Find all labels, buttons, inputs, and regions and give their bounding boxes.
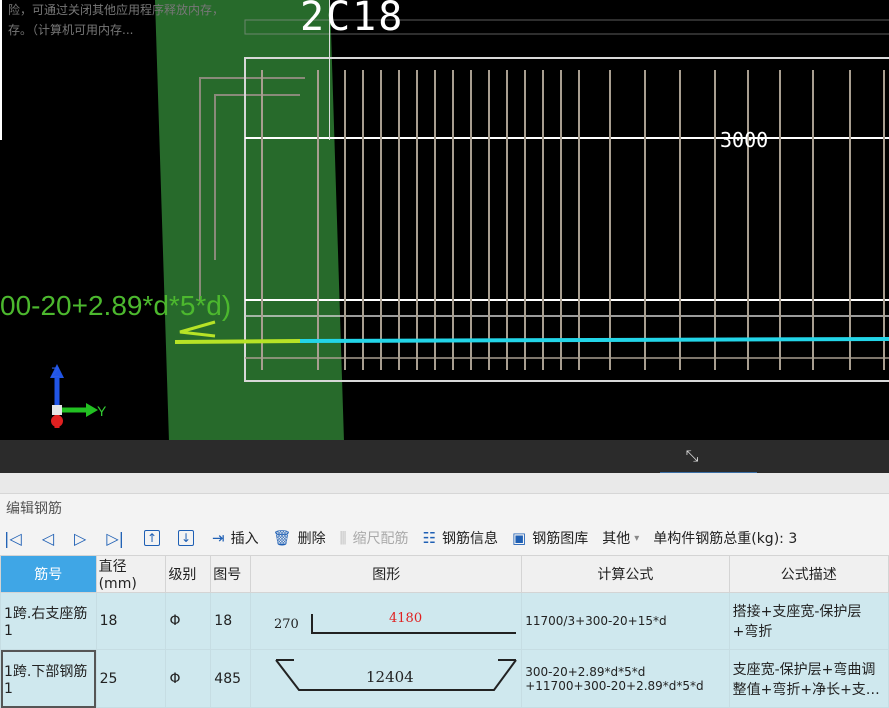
- collapse-icon[interactable]: ⤡: [682, 446, 702, 466]
- arrow-down-icon: ↓: [178, 530, 195, 546]
- delete-label: 删除: [297, 531, 326, 547]
- col-header-fig-no[interactable]: 图号: [210, 555, 252, 593]
- delete-button[interactable]: 🗑 删除: [273, 525, 326, 551]
- cell-id[interactable]: 1跨.右支座筋1: [0, 592, 97, 650]
- insert-button[interactable]: ⇥ 插入: [212, 525, 259, 551]
- col-header-desc[interactable]: 公式描述: [728, 555, 889, 593]
- panel-title: 编辑钢筋: [6, 501, 62, 517]
- col-header-shape[interactable]: 图形: [250, 555, 523, 593]
- cell-diameter[interactable]: 18: [95, 592, 167, 650]
- viewport-status-strip: [0, 440, 889, 473]
- cell-shape[interactable]: 270 4180: [250, 592, 523, 650]
- dimension-label: 3000: [720, 128, 769, 152]
- rebar-library-button[interactable]: ▣ 钢筋图库: [512, 525, 588, 551]
- svg-text:4180: 4180: [389, 611, 422, 626]
- rebar-info-button[interactable]: ☷ 钢筋信息: [423, 525, 498, 551]
- axis-z-label: Z: [51, 364, 60, 380]
- beam-outline: [244, 57, 889, 382]
- arrow-up-icon: ↑: [144, 530, 161, 546]
- warning-line: 险，可通过关闭其他应用程序释放内存，: [8, 3, 225, 17]
- edit-rebar-panel: 编辑钢筋 |◁ ◁ ▷ ▷| ↑ ↓ ⇥ 插入 🗑 删除 ⫼ 缩尺配筋 ☷ 钢筋信息 ▣…: [0, 473, 889, 708]
- library-icon: ▣: [512, 529, 527, 547]
- svg-text:12404: 12404: [366, 668, 414, 686]
- selected-rebar-lime: [174, 339, 301, 344]
- axis-y-label: Y: [97, 403, 107, 419]
- scale-label: 缩尺配筋: [352, 531, 409, 547]
- stirrups: [261, 70, 885, 370]
- rebar-toolbar: |◁ ◁ ▷ ▷| ↑ ↓ ⇥ 插入 🗑 删除 ⫼ 缩尺配筋 ☷ 钢筋信息 ▣ 钢筋图库 …: [0, 523, 889, 553]
- scale-icon: ⫼: [339, 529, 347, 547]
- warning-line: 存。（计算机可用内存...: [8, 23, 134, 37]
- col-header-diameter[interactable]: 直径(mm): [95, 555, 167, 593]
- cell-diameter[interactable]: 25: [95, 649, 167, 708]
- cell-grade[interactable]: Φ: [165, 592, 212, 650]
- formula-overlay: 00-20+2.89*d*5*d): [0, 290, 232, 321]
- selected-rebar-cyan: [299, 337, 889, 343]
- rebar-table: 筋号 直径(mm) 级别 图号 图形 计算公式 公式描述 1跨.右支座筋1 18…: [0, 555, 889, 708]
- col-header-id[interactable]: 筋号: [0, 555, 97, 593]
- last-record-button[interactable]: ▷|: [106, 525, 124, 551]
- total-weight-label: 单构件钢筋总重(kg): 3: [653, 531, 798, 547]
- panel-splitter[interactable]: [0, 473, 889, 494]
- other-label: 其他: [602, 531, 631, 547]
- prev-record-button[interactable]: ◁: [42, 525, 54, 551]
- cell-desc[interactable]: 搭接+支座宽-保护层+弯折: [728, 592, 889, 650]
- 3d-viewport[interactable]: Z Y 险，可通过关闭其他应用程序释放内存， 存。（计算机可用内存... 2C1…: [0, 0, 889, 473]
- svg-text:270: 270: [274, 617, 299, 632]
- rebar-label: 2C18: [300, 0, 405, 40]
- table-row[interactable]: 1跨.右支座筋1 18 Φ 18 270 4180 11700/3+300-20…: [0, 592, 889, 650]
- first-record-button[interactable]: |◁: [4, 525, 22, 551]
- rebar-shape-hooks: 12404: [275, 658, 518, 691]
- chevron-down-icon: ▾: [634, 532, 640, 544]
- next-record-button[interactable]: ▷: [74, 525, 86, 551]
- trash-icon: 🗑: [272, 529, 292, 547]
- rebar-shape-l: 270 4180: [274, 611, 517, 634]
- info-list-icon: ☷: [422, 529, 437, 547]
- insert-icon: ⇥: [212, 529, 225, 547]
- cell-grade[interactable]: Φ: [165, 649, 212, 708]
- memory-warning: 险，可通过关闭其他应用程序释放内存， 存。（计算机可用内存...: [0, 0, 330, 140]
- other-dropdown[interactable]: 其他 ▾: [602, 525, 639, 551]
- cell-formula[interactable]: 300-20+2.89*d*5*d +11700+300-20+2.89*d*5…: [521, 649, 730, 708]
- cell-fig-no[interactable]: 18: [210, 592, 252, 650]
- move-up-button[interactable]: ↑: [144, 525, 164, 551]
- cell-formula[interactable]: 11700/3+300-20+15*d: [521, 592, 730, 650]
- cell-fig-no[interactable]: 485: [210, 649, 252, 708]
- cell-desc[interactable]: 支座宽-保护层+弯曲调整值+弯折+净长+支…: [728, 649, 889, 708]
- table-row[interactable]: 1跨.下部钢筋1 25 Φ 485 12404 300-20+2.89*d*5*…: [0, 649, 889, 708]
- scale-rebar-button[interactable]: ⫼ 缩尺配筋: [340, 525, 409, 551]
- insert-label: 插入: [230, 531, 259, 547]
- col-header-grade[interactable]: 级别: [165, 555, 212, 593]
- info-label: 钢筋信息: [442, 531, 499, 547]
- cell-shape[interactable]: 12404: [250, 649, 523, 708]
- col-header-formula[interactable]: 计算公式: [521, 555, 730, 593]
- warning-border: [0, 0, 2, 140]
- cell-id[interactable]: 1跨.下部钢筋1: [0, 649, 97, 708]
- move-down-button[interactable]: ↓: [178, 525, 198, 551]
- library-label: 钢筋图库: [532, 531, 589, 547]
